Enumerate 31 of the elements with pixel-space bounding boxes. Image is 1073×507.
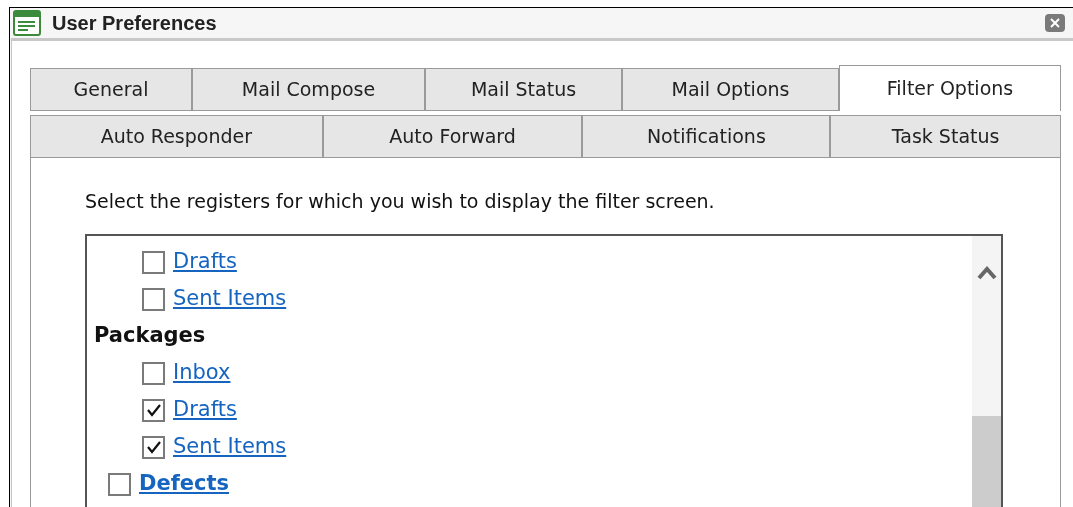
tab[interactable]: General [30, 68, 192, 111]
close-icon [1050, 18, 1060, 28]
checkbox[interactable] [142, 435, 165, 459]
window-title: User Preferences [52, 11, 217, 36]
tab[interactable]: Mail Compose [192, 68, 425, 111]
checkbox[interactable] [142, 398, 165, 422]
register-link[interactable]: Sent Items [173, 283, 287, 315]
checkbox[interactable] [142, 250, 165, 274]
tab[interactable]: Notifications [582, 115, 831, 158]
tab[interactable]: Mail Options [622, 68, 839, 111]
tab[interactable]: Filter Options [839, 65, 1061, 111]
scroll-up-icon[interactable] [976, 265, 997, 280]
register-link[interactable]: Drafts [173, 394, 237, 426]
tab[interactable]: Mail Status [425, 68, 622, 111]
checkmark-icon [145, 440, 162, 454]
checkmark-icon [145, 403, 162, 417]
checkbox[interactable] [108, 472, 131, 496]
group-heading: Packages [94, 322, 206, 350]
tab[interactable]: Auto Forward [322, 115, 583, 158]
register-link[interactable]: Defects [139, 468, 230, 500]
instruction-text: Select the registers for which you wish to display the filter screen. [85, 189, 716, 214]
register-link[interactable]: Inbox [173, 357, 231, 389]
register-link[interactable]: Drafts [173, 246, 237, 278]
checkbox[interactable] [142, 361, 165, 385]
tab[interactable]: Task Status [830, 115, 1061, 158]
checkbox[interactable] [142, 287, 165, 311]
register-link[interactable]: Sent Items [173, 431, 287, 463]
scrollbar-thumb[interactable] [972, 415, 1001, 507]
scrollbar[interactable] [972, 235, 1001, 507]
close-button[interactable] [1045, 14, 1065, 32]
tab[interactable]: Auto Responder [30, 115, 323, 158]
